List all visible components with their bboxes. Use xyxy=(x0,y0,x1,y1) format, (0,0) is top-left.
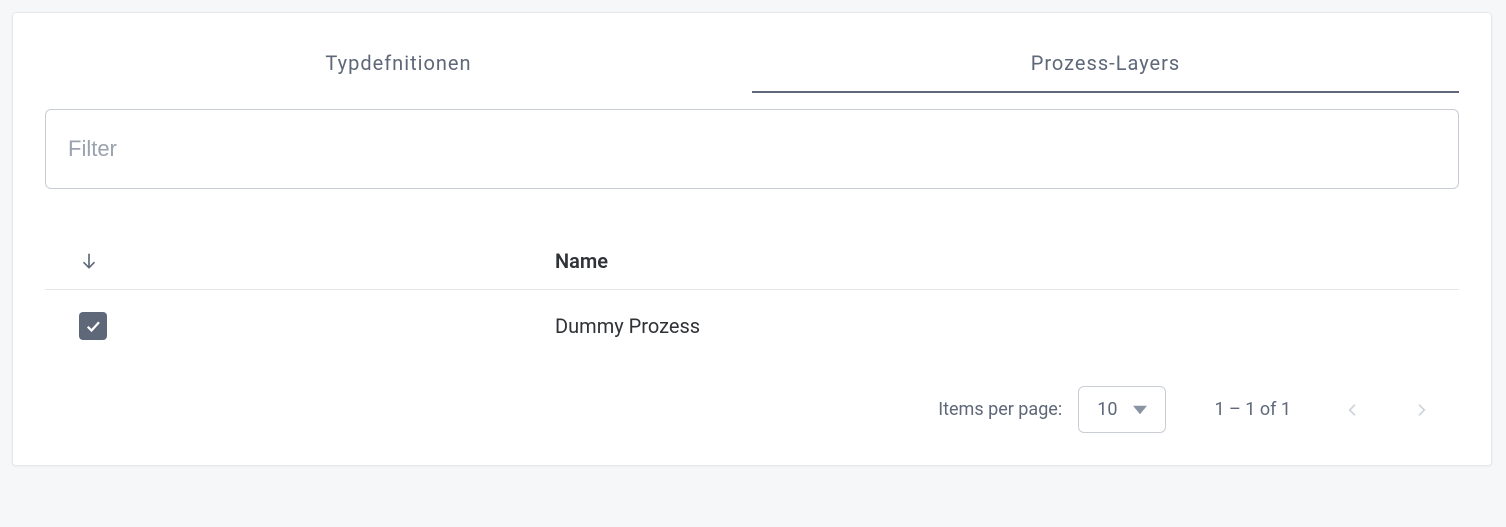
arrow-down-icon xyxy=(79,251,99,271)
prev-page-button[interactable] xyxy=(1339,396,1367,424)
chevron-left-icon xyxy=(1345,402,1361,418)
tab-prozess-layers[interactable]: Prozess-Layers xyxy=(752,37,1459,93)
panel: Typdefnitionen Prozess-Layers Name xyxy=(12,12,1492,466)
page-size-value: 10 xyxy=(1097,399,1117,420)
paginator: Items per page: 10 1 – 1 of 1 xyxy=(45,386,1459,433)
filter-container xyxy=(45,109,1459,189)
table-header: Name xyxy=(45,233,1459,290)
tab-typdefinitionen[interactable]: Typdefnitionen xyxy=(45,37,752,93)
tab-bar: Typdefnitionen Prozess-Layers xyxy=(45,37,1459,93)
check-icon xyxy=(84,317,102,335)
data-table: Name Dummy Prozess xyxy=(45,233,1459,362)
chevron-down-icon xyxy=(1133,403,1147,417)
column-sort[interactable] xyxy=(45,251,555,271)
chevron-right-icon xyxy=(1413,402,1429,418)
column-name-header[interactable]: Name xyxy=(555,249,1459,273)
row-checkbox-cell xyxy=(45,312,555,340)
table-row[interactable]: Dummy Prozess xyxy=(45,290,1459,362)
row-checkbox[interactable] xyxy=(79,312,107,340)
page-size-select[interactable]: 10 xyxy=(1078,386,1166,433)
filter-input[interactable] xyxy=(45,109,1459,189)
items-per-page-label: Items per page: xyxy=(938,399,1062,420)
page-range-label: 1 – 1 of 1 xyxy=(1214,399,1291,420)
next-page-button[interactable] xyxy=(1407,396,1435,424)
row-name: Dummy Prozess xyxy=(555,314,1459,338)
